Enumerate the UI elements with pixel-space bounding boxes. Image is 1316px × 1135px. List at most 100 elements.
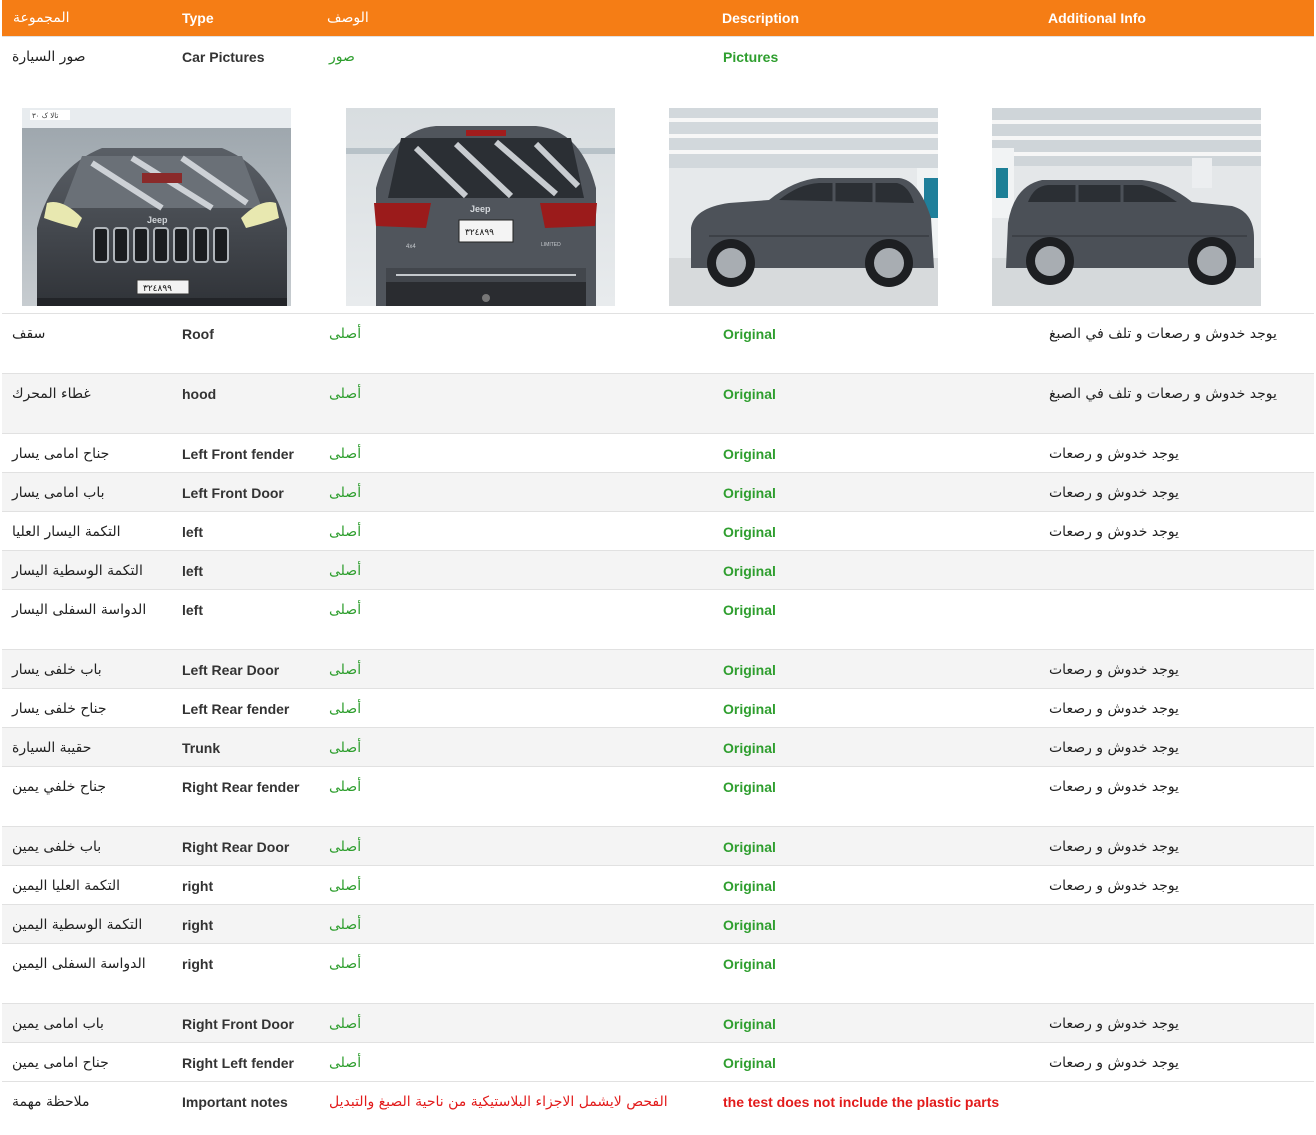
table-row: باب خلفى يسار Left Rear Door أصلى Original ي… xyxy=(2,649,1314,688)
cell-additional-info: يوجد خدوش و رصعات و تلف في الصبغ xyxy=(1049,386,1277,402)
cell-additional-info xyxy=(1037,1082,1314,1135)
cell-description-ar: أصلى xyxy=(329,485,362,501)
cell-description-en: the test does not include the plastic pa… xyxy=(723,1094,1000,1110)
car-photo-rear[interactable]: Jeep ٣٢٤٨٩٩ 4x4 LIMITED xyxy=(336,98,615,306)
cell-description-ar: أصلى xyxy=(329,602,362,618)
table-row-important-notes: ملاحظة مهمة Important notes الفحص لايشمل… xyxy=(2,1081,1314,1135)
header-type: Type xyxy=(182,10,214,26)
cell-description-en: Original xyxy=(723,917,776,933)
cell-description-ar: أصلى xyxy=(329,701,362,717)
cell-group: صور السيارة xyxy=(12,49,86,65)
cell-additional-info: يوجد خدوش و رصعات xyxy=(1049,701,1179,717)
cell-additional-info xyxy=(1037,37,1314,86)
cell-description-en: Original xyxy=(723,386,776,402)
photo-rear-plate: ٣٢٤٨٩٩ xyxy=(465,228,494,238)
cell-description-ar: أصلى xyxy=(329,326,362,342)
cell-description-ar: أصلى xyxy=(329,779,362,795)
cell-additional-info: يوجد خدوش و رصعات xyxy=(1049,839,1179,855)
cell-type: Car Pictures xyxy=(182,49,265,65)
cell-group: باب خلفى يسار xyxy=(12,662,102,678)
cell-type: left xyxy=(182,602,203,618)
cell-description-ar: الفحص لايشمل الاجزاء البلاستيكية من ناحي… xyxy=(329,1094,668,1110)
cell-group: باب امامى يسار xyxy=(12,485,105,501)
table-row: الدواسة السفلى اليسار left أصلى Original xyxy=(2,589,1314,649)
car-photo-front[interactable]: تالا ک ٣٠ Jeep ٣٢٤٨٩٩ xyxy=(12,98,291,306)
cell-group: جناح امامى يسار xyxy=(12,446,110,462)
cell-additional-info xyxy=(1037,551,1314,589)
cell-description-en: Original xyxy=(723,740,776,756)
cell-additional-info: يوجد خدوش و رصعات xyxy=(1049,524,1179,540)
cell-description-ar: أصلى xyxy=(329,1016,362,1032)
cell-description-ar: أصلى xyxy=(329,1055,362,1071)
cell-additional-info: يوجد خدوش و رصعات xyxy=(1049,485,1179,501)
cell-group: الدواسة السفلى اليمين xyxy=(12,956,146,972)
car-photo-right-side[interactable] xyxy=(982,98,1261,306)
cell-description-ar: أصلى xyxy=(329,917,362,933)
cell-type: Right Rear Door xyxy=(182,839,290,855)
cell-additional-info: يوجد خدوش و رصعات xyxy=(1049,662,1179,678)
cell-group: التكمة اليسار العليا xyxy=(12,524,121,540)
cell-description-en: Pictures xyxy=(723,49,779,65)
cell-group: جناح امامى يمين xyxy=(12,1055,109,1071)
table-row: سقف Roof أصلى Original يوجد خدوش و رصعات و ت… xyxy=(2,313,1314,373)
inspection-report: المجموعة Type الوصف Description Addition… xyxy=(2,0,1314,1135)
photo-front-plate: ٣٢٤٨٩٩ xyxy=(143,284,172,294)
cell-type: left xyxy=(182,563,203,579)
table-row: حقيبة السيارة Trunk أصلى Original يوجد خدوش … xyxy=(2,727,1314,766)
table-row: باب امامى يسار Left Front Door أصلى Origina… xyxy=(2,472,1314,511)
cell-additional-info: يوجد خدوش و رصعات و تلف في الصبغ xyxy=(1049,326,1277,342)
table-row: باب خلفى يمين Right Rear Door أصلى Original… xyxy=(2,826,1314,865)
cell-type: Trunk xyxy=(182,740,221,756)
table-row: الدواسة السفلى اليمين right أصلى Original xyxy=(2,943,1314,1003)
cell-group: باب خلفى يمين xyxy=(12,839,102,855)
cell-additional-info: يوجد خدوش و رصعات xyxy=(1049,446,1179,462)
cell-description-ar: أصلى xyxy=(329,662,362,678)
cell-type: hood xyxy=(182,386,217,402)
cell-description-ar: أصلى xyxy=(329,839,362,855)
cell-additional-info: يوجد خدوش و رصعات xyxy=(1049,1055,1179,1071)
cell-description-ar: أصلى xyxy=(329,740,362,756)
cell-additional-info xyxy=(1037,905,1314,943)
cell-description-en: Original xyxy=(723,956,776,972)
table-row: جناح خلفى يسار Left Rear fender أصلى Origin… xyxy=(2,688,1314,727)
cell-group: الدواسة السفلى اليسار xyxy=(12,602,147,618)
header-description-ar: الوصف xyxy=(327,10,369,26)
cell-description-en: Original xyxy=(723,485,776,501)
cell-description-en: Original xyxy=(723,779,776,795)
cell-description-en: Original xyxy=(723,446,776,462)
cell-group: جناح خلفي يمين xyxy=(12,779,106,795)
cell-description-en: Original xyxy=(723,701,776,717)
cell-description-en: Original xyxy=(723,563,776,579)
cell-description-en: Original xyxy=(723,1016,776,1032)
cell-additional-info: يوجد خدوش و رصعات xyxy=(1049,1016,1179,1032)
table-row: التكمة الوسطية اليسار left أصلى Original xyxy=(2,550,1314,589)
table-row: التكمة العليا اليمين right أصلى Original يوج… xyxy=(2,865,1314,904)
photo-rear-trim-4x4: 4x4 xyxy=(406,244,416,250)
cell-group: جناح خلفى يسار xyxy=(12,701,107,717)
photo-rear-badge: Jeep xyxy=(470,204,491,214)
cell-type: right xyxy=(182,956,214,972)
cell-description-ar: أصلى xyxy=(329,524,362,540)
photo-rear-trim-limited: LIMITED xyxy=(541,242,561,248)
cell-group: التكمة العليا اليمين xyxy=(12,878,121,894)
cell-description-ar: أصلى xyxy=(329,878,362,894)
cell-group: حقيبة السيارة xyxy=(12,740,92,756)
cell-type: right xyxy=(182,878,214,894)
header-description-en: Description xyxy=(722,10,800,26)
cell-description-en: Original xyxy=(723,326,776,342)
cell-description-en: Original xyxy=(723,839,776,855)
table-row: التكمة الوسطية اليمين right أصلى Original xyxy=(2,904,1314,943)
cell-description-en: Original xyxy=(723,878,776,894)
table-header: المجموعة Type الوصف Description Addition… xyxy=(2,0,1314,36)
cell-type: Left Front Door xyxy=(182,485,284,501)
cell-type: Important notes xyxy=(182,1094,288,1110)
header-additional-info: Additional Info xyxy=(1048,10,1146,26)
cell-additional-info: يوجد خدوش و رصعات xyxy=(1049,878,1179,894)
cell-description-ar: أصلى xyxy=(329,446,362,462)
table-row: جناح امامى يسار Left Front fender أصلى Orig… xyxy=(2,433,1314,472)
cell-group: ملاحظة مهمة xyxy=(12,1094,90,1110)
cell-additional-info: يوجد خدوش و رصعات xyxy=(1049,740,1179,756)
cell-description-en: Original xyxy=(723,1055,776,1071)
car-photo-left-side[interactable] xyxy=(659,98,938,306)
cell-type: Right Front Door xyxy=(182,1016,294,1032)
